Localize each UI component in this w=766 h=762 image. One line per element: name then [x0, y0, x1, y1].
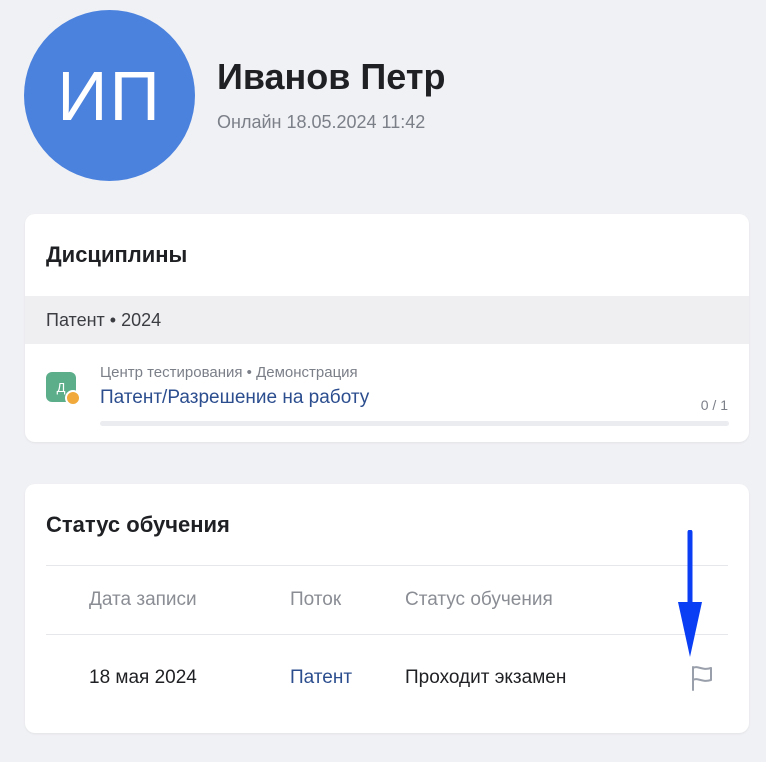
status-table: Дата записи Поток Статус обучения 18 мая… — [46, 565, 728, 721]
column-header-status: Статус обучения — [405, 589, 553, 610]
table-row: 18 мая 2024 Патент Проходит экзамен — [46, 635, 728, 721]
learning-status-card: Статус обучения Дата записи Поток Статус… — [25, 484, 749, 733]
table-header: Дата записи Поток Статус обучения — [46, 565, 728, 635]
flag-icon[interactable] — [686, 662, 718, 694]
learning-status-value: Проходит экзамен — [405, 667, 567, 688]
course-progress-count: 0 / 1 — [700, 397, 728, 413]
course-icon: Д — [46, 372, 81, 406]
profile-header: ИП Иванов Петр Онлайн 18.05.2024 11:42 — [24, 10, 744, 182]
discipline-group-header: Патент • 2024 — [25, 296, 749, 344]
enrollment-date: 18 мая 2024 — [89, 667, 197, 688]
disciplines-title: Дисциплины — [46, 242, 188, 267]
annotation-arrow — [678, 530, 702, 657]
column-header-stream: Поток — [290, 589, 342, 610]
discipline-group-label: Патент • 2024 — [46, 309, 162, 330]
online-status: Онлайн 18.05.2024 11:42 — [217, 112, 426, 132]
learning-status-title: Статус обучения — [46, 512, 230, 537]
course-link[interactable]: Патент/Разрешение на работу — [100, 387, 369, 409]
user-name: Иванов Петр — [217, 56, 446, 97]
column-header-date: Дата записи — [89, 589, 197, 610]
course-icon-letter: Д — [56, 379, 66, 395]
status-dot-icon — [65, 390, 81, 406]
disciplines-card: Дисциплины Патент • 2024 Д Центр тестиро… — [25, 214, 749, 442]
course-meta: Центр тестирования • Демонстрация — [100, 364, 358, 381]
stream-link[interactable]: Патент — [290, 667, 352, 689]
course-item[interactable]: Д Центр тестирования • Демонстрация Пате… — [25, 344, 749, 442]
course-progress-bar — [100, 421, 729, 426]
avatar: ИП — [24, 10, 195, 181]
